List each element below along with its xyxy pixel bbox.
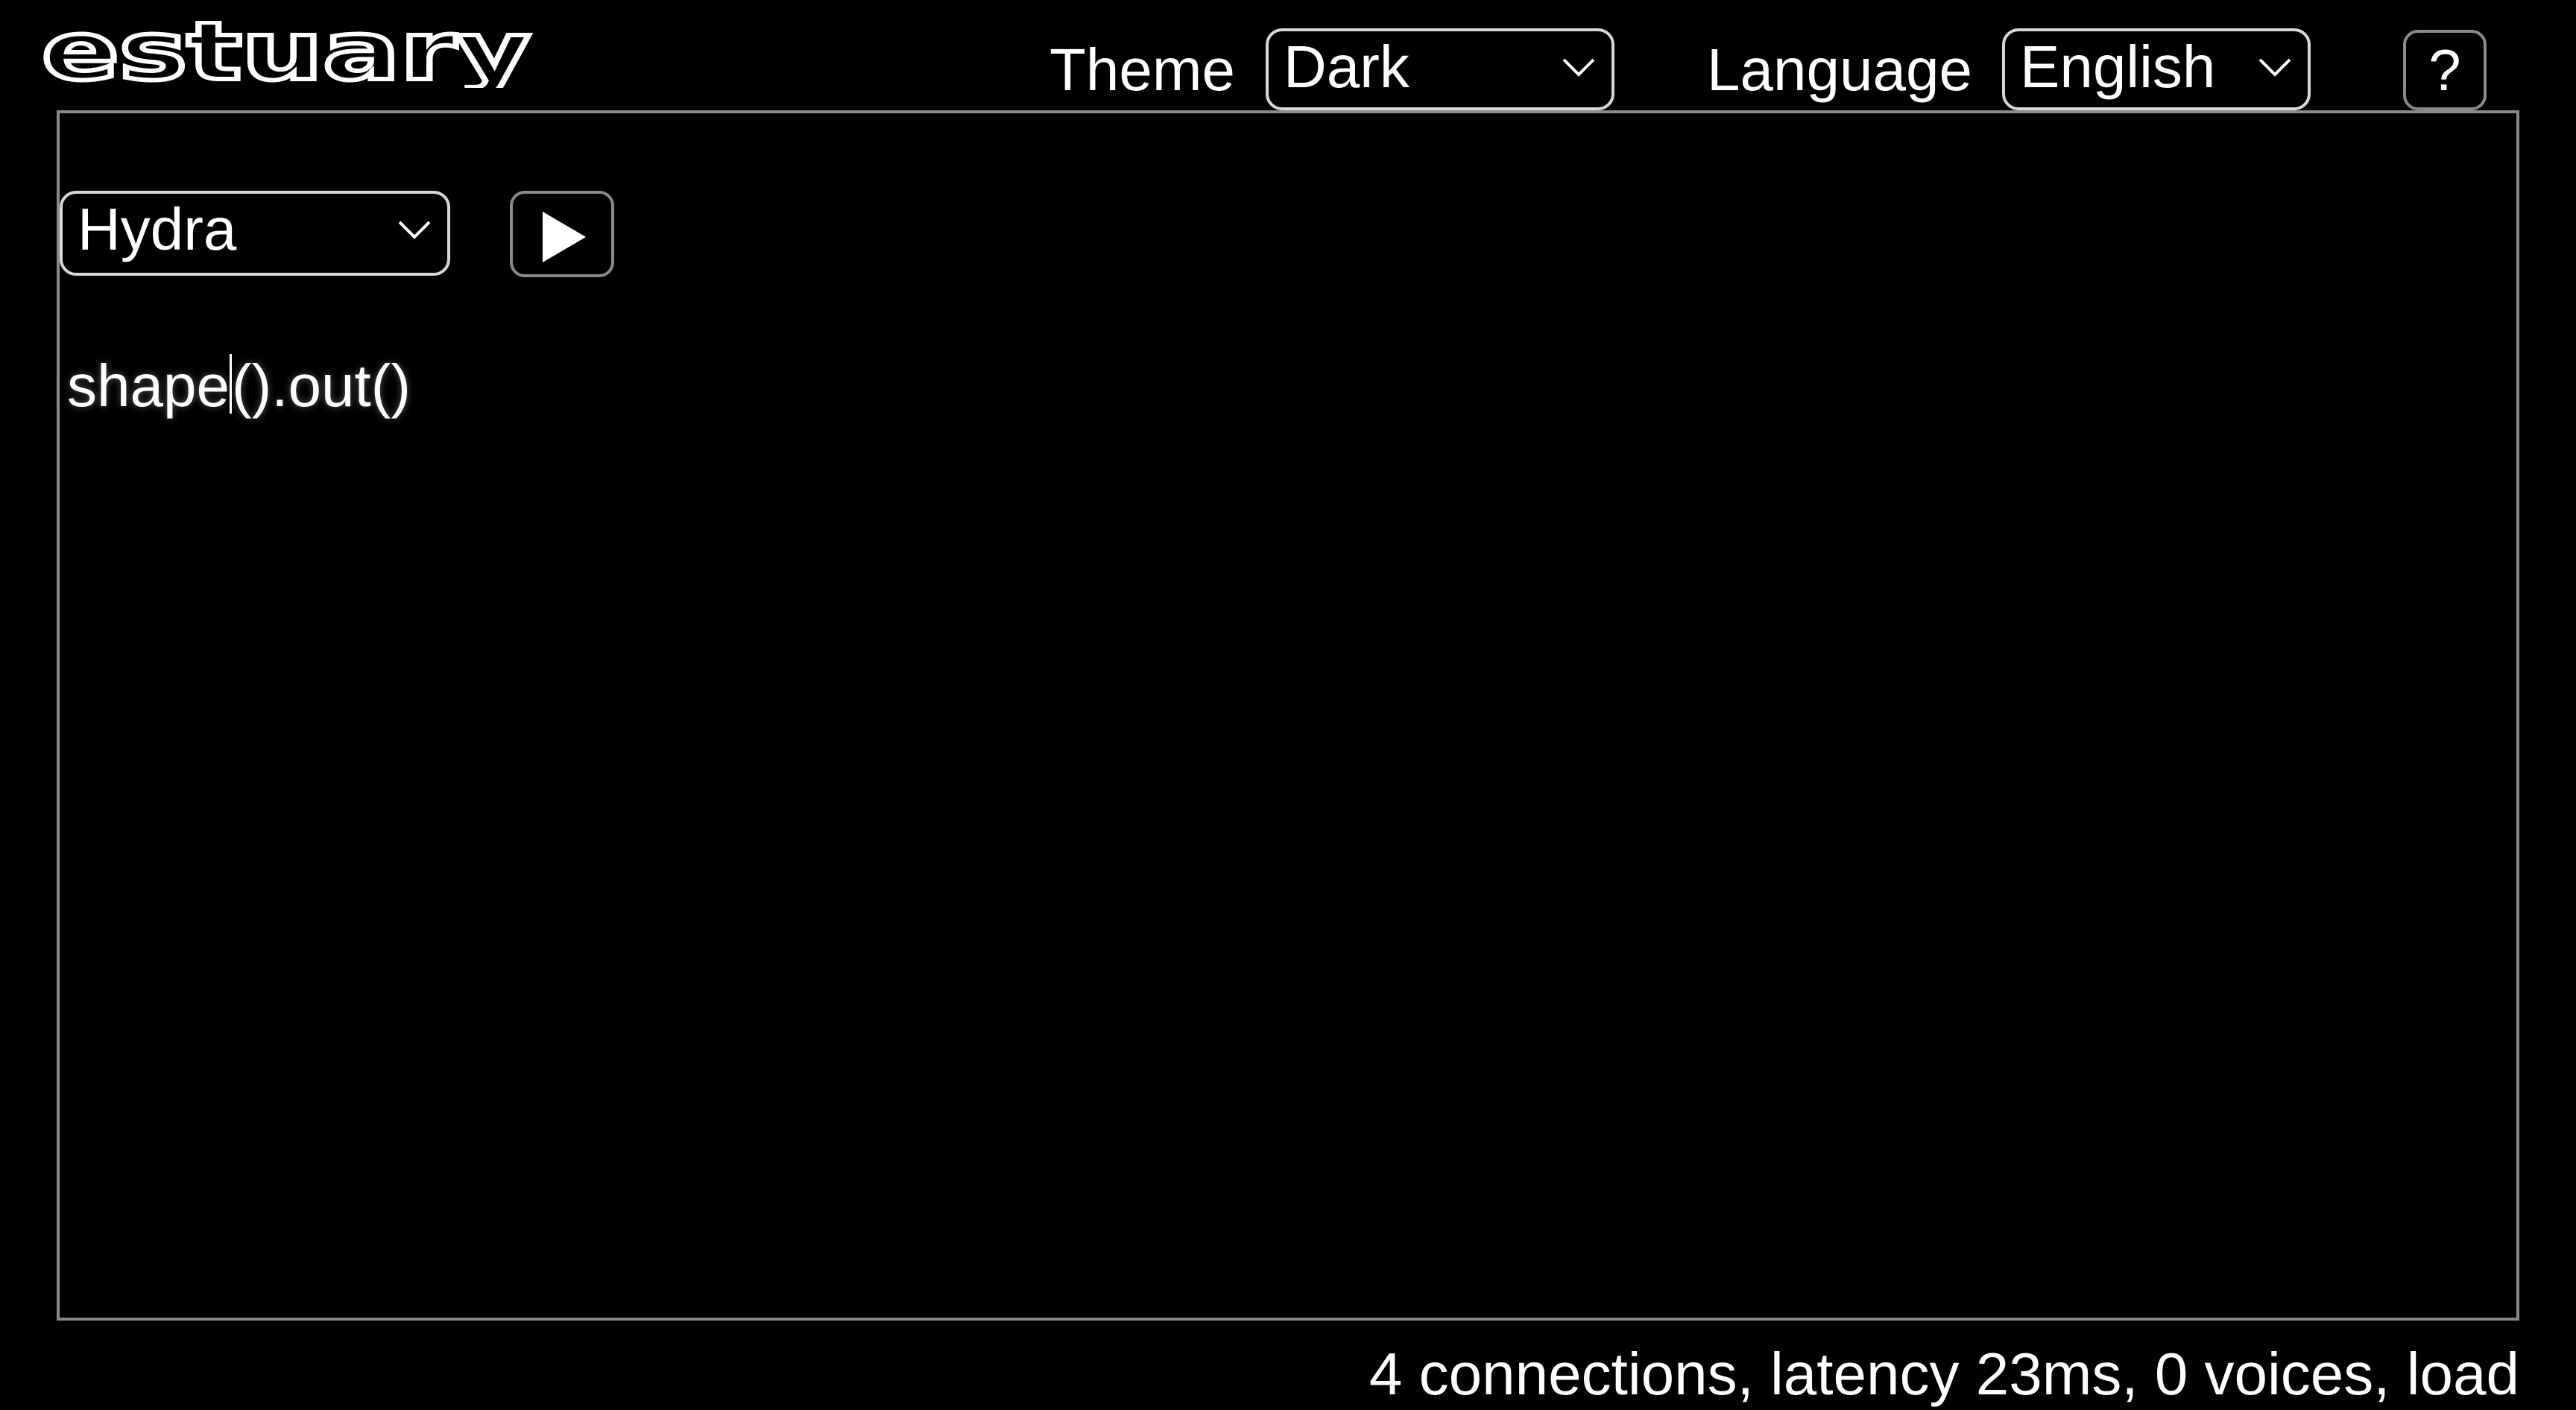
chevron-down-icon	[2258, 58, 2291, 77]
logo-text: estuary	[42, 21, 531, 88]
theme-label: Theme	[1049, 37, 1235, 103]
play-button[interactable]	[510, 191, 614, 277]
editor-language-value: Hydra	[78, 196, 237, 262]
estuary-logo: estuary	[42, 21, 533, 88]
code-text-after-caret: ().out()	[231, 352, 411, 419]
help-button[interactable]: ?	[2403, 30, 2487, 110]
editor-language-select[interactable]: Hydra	[60, 191, 450, 276]
language-select[interactable]: English	[2002, 28, 2311, 110]
code-text-before-caret: shape	[67, 352, 230, 419]
editor-panel	[57, 110, 2519, 1321]
language-label: Language	[1707, 37, 1972, 103]
play-icon	[543, 212, 586, 262]
status-bar: 4 connections, latency 23ms, 0 voices, l…	[1368, 1341, 2519, 1407]
chevron-down-icon	[1562, 58, 1595, 77]
theme-select[interactable]: Dark	[1266, 28, 1614, 110]
estuary-app: estuary Theme Dark Language English ? Hy…	[0, 0, 2576, 1410]
language-select-value: English	[2020, 34, 2216, 100]
chevron-down-icon	[398, 221, 431, 239]
theme-select-value: Dark	[1284, 34, 1409, 100]
code-editor[interactable]: shape().out()	[67, 349, 411, 423]
